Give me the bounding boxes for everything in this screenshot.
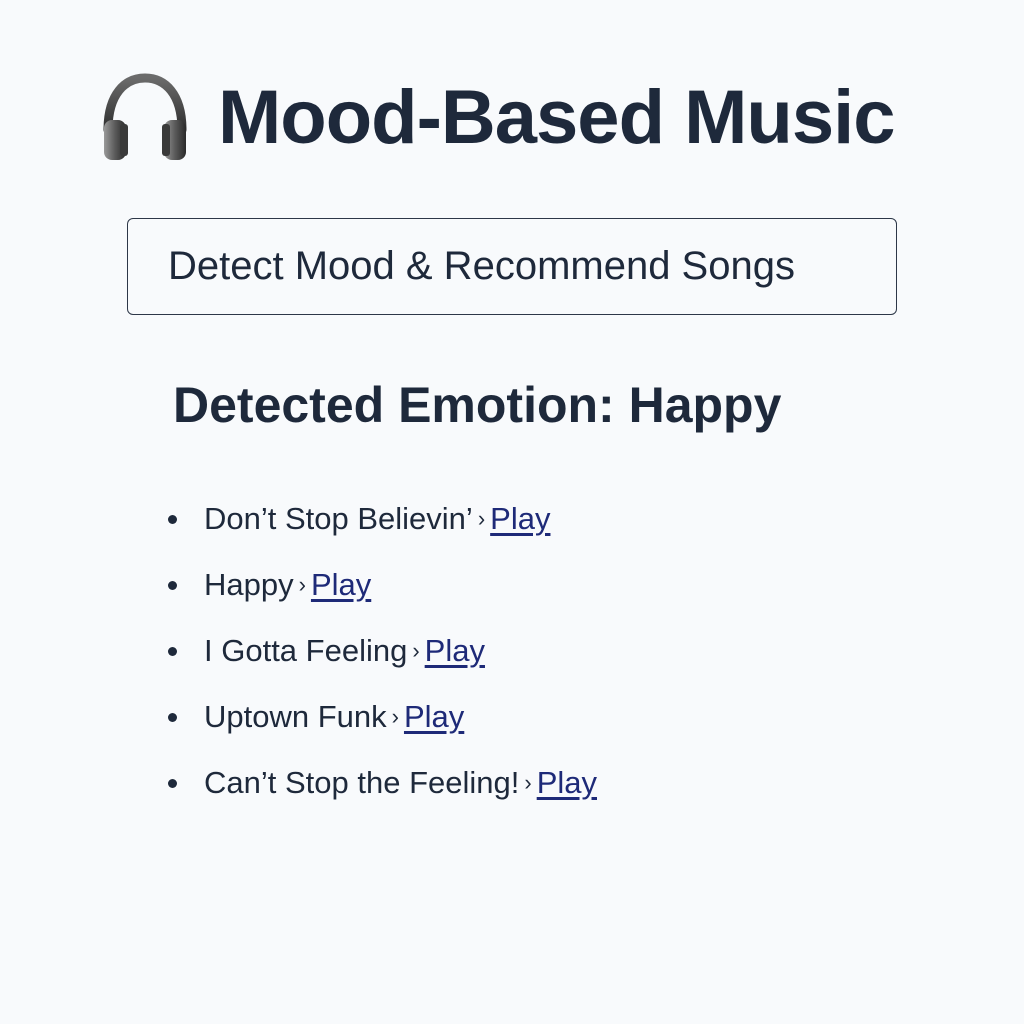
song-list: Don’t Stop Believin’ › Play Happy › Play… [168,486,597,816]
song-title: Uptown Funk [204,699,387,734]
bullet-icon [168,580,177,590]
song-title: Happy [204,567,294,602]
chevron-right-icon: › [298,572,306,597]
song-title: Don’t Stop Believin’ [204,501,473,536]
play-link[interactable]: Play [404,699,464,735]
list-item: I Gotta Feeling › Play [168,618,597,684]
play-link[interactable]: Play [425,633,485,669]
play-link[interactable]: Play [537,765,597,801]
header: Mood-Based Music [100,72,895,164]
play-link[interactable]: Play [311,567,371,603]
headphones-icon [100,72,190,164]
list-item: Happy › Play [168,552,597,618]
bullet-icon [168,514,177,524]
chevron-right-icon: › [524,770,532,795]
list-item: Uptown Funk › Play [168,684,597,750]
detect-mood-button[interactable]: Detect Mood & Recommend Songs [127,218,897,315]
detected-emotion-heading: Detected Emotion: Happy [173,377,782,433]
list-item: Don’t Stop Believin’ › Play [168,486,597,552]
play-link[interactable]: Play [490,501,550,537]
song-title: Can’t Stop the Feeling! [204,765,520,800]
list-item: Can’t Stop the Feeling! › Play [168,750,597,816]
bullet-icon [168,646,177,656]
chevron-right-icon: › [477,506,486,531]
chevron-right-icon: › [391,704,399,729]
bullet-icon [168,712,177,722]
page: Mood-Based Music Detect Mood & Recommend… [0,0,1024,1024]
bullet-icon [168,778,177,788]
app-title: Mood-Based Music [218,75,895,160]
song-title: I Gotta Feeling [204,633,408,668]
chevron-right-icon: › [412,638,420,663]
